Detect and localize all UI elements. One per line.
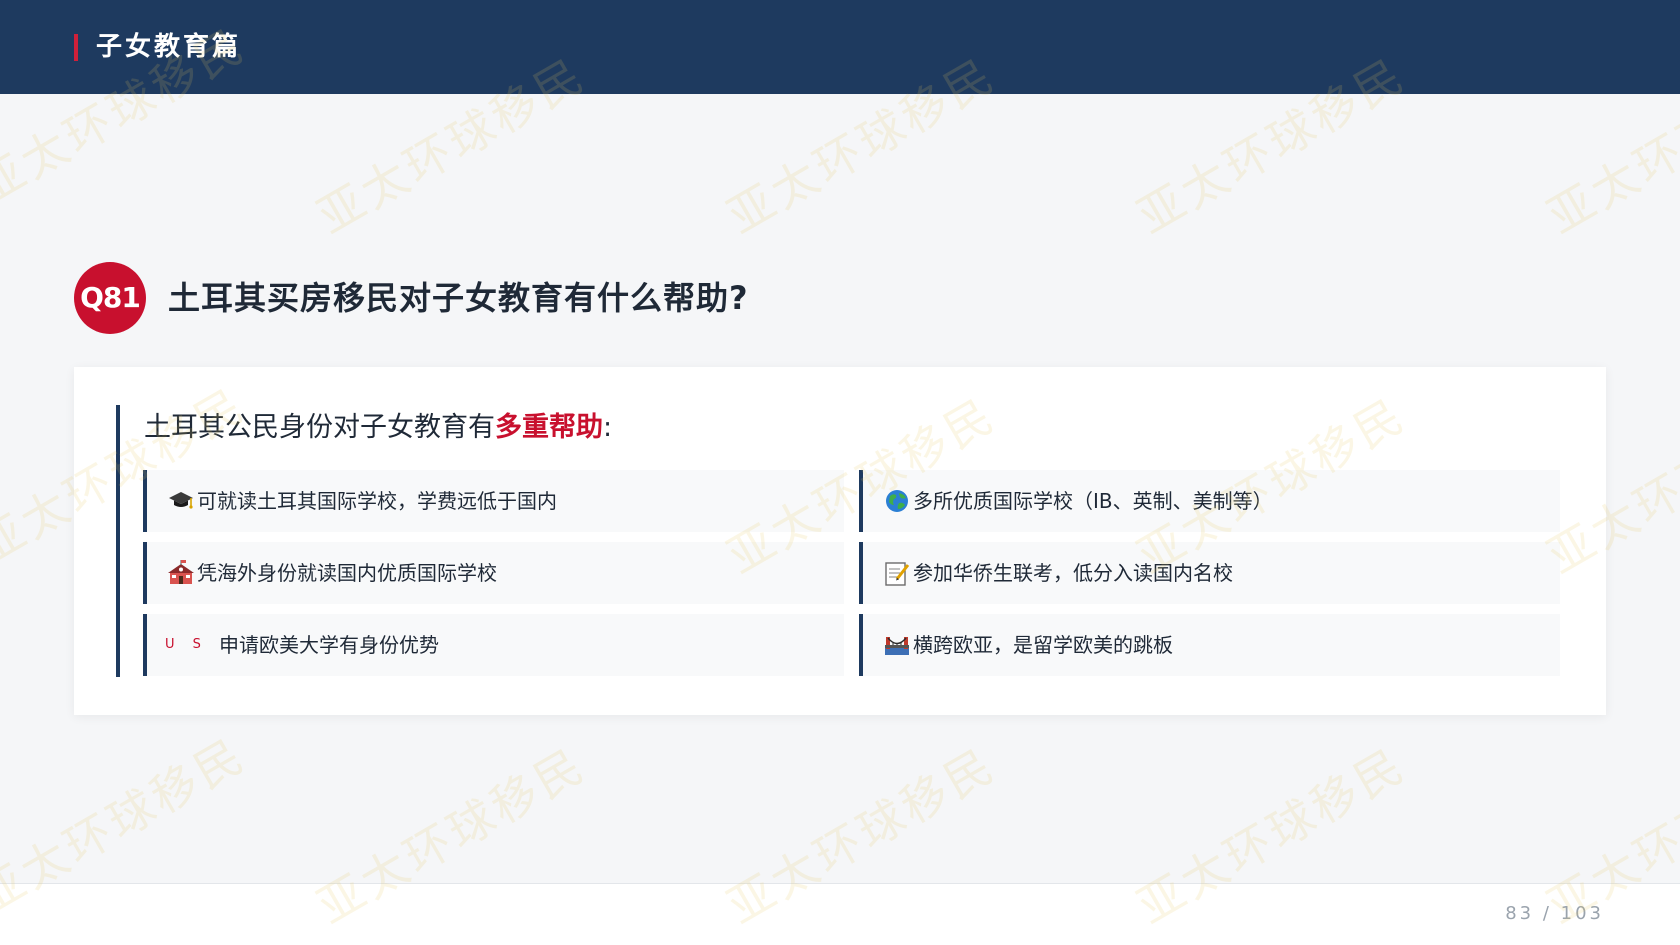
benefit-text: 横跨欧亚，是留学欧美的跳板 [913,633,1173,657]
card-heading-prefix: 土耳其公民身份对子女教育有 [144,412,495,443]
us-flag-icon: U S [165,637,208,652]
question-number-badge: Q81 [74,262,146,334]
header-bar: 子女教育篇 [0,0,1680,94]
benefit-item: 横跨欧亚，是留学欧美的跳板 [859,614,1560,676]
benefit-text: 多所优质国际学校（IB、英制、美制等） [913,489,1273,513]
section-title: 子女教育篇 [96,32,242,62]
benefit-text: 参加华侨生联考，低分入读国内名校 [913,561,1233,585]
card-accent-bar [116,405,120,677]
graduation-cap-icon [167,485,197,517]
benefit-item: 多所优质国际学校（IB、英制、美制等） [859,470,1560,532]
card-heading-highlight: 多重帮助 [495,412,603,443]
benefit-text: 凭海外身份就读国内优质国际学校 [197,561,497,585]
page-indicator: 83 / 103 [1505,903,1604,924]
header-accent-bar [74,34,78,61]
card-heading: 土耳其公民身份对子女教育有多重帮助: [144,405,612,451]
benefit-item: 参加华侨生联考，低分入读国内名校 [859,542,1560,604]
footer-bar [0,884,1680,945]
benefit-text: 申请欧美大学有身份优势 [219,633,439,657]
memo-icon [883,557,913,589]
benefit-item: U S 申请欧美大学有身份优势 [143,614,844,676]
benefit-text: 可就读土耳其国际学校，学费远低于国内 [197,489,557,513]
benefit-item: 凭海外身份就读国内优质国际学校 [143,542,844,604]
answer-card: 土耳其公民身份对子女教育有多重帮助: 可就读土耳其国际学校，学费远低于国内 多所… [74,367,1606,715]
globe-icon [883,485,913,517]
benefit-item: 可就读土耳其国际学校，学费远低于国内 [143,470,844,532]
question-title: 土耳其买房移民对子女教育有什么帮助? [168,279,749,317]
card-heading-suffix: : [603,412,613,443]
bridge-icon [883,629,913,661]
school-icon [167,557,197,589]
